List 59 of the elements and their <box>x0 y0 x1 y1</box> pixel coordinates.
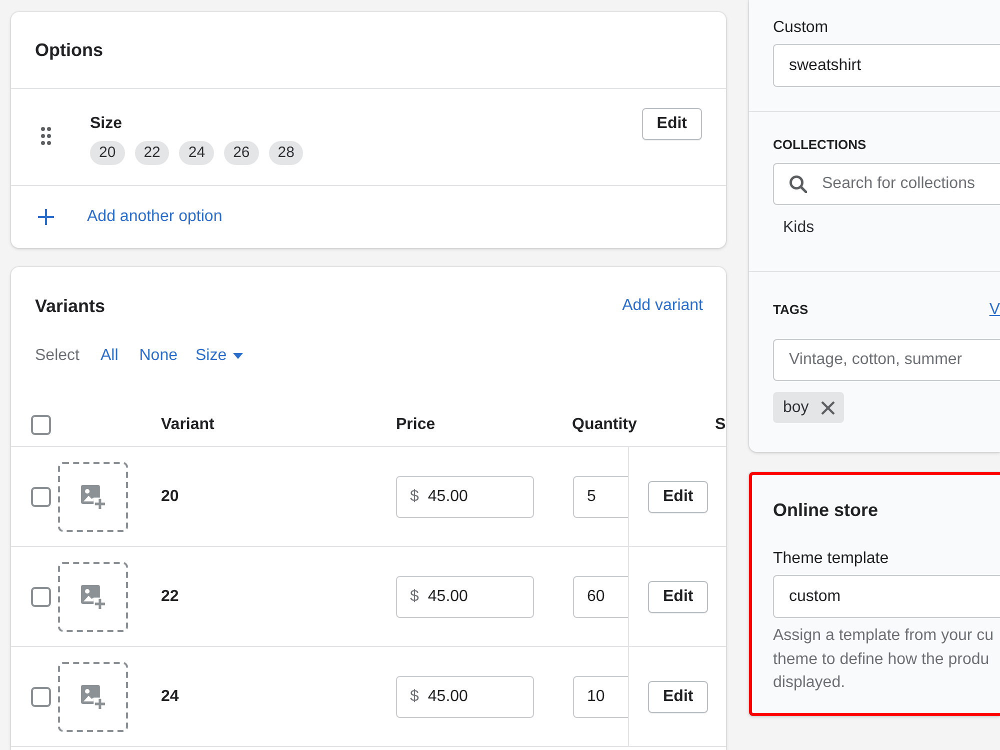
tags-field[interactable]: Vintage, cotton, summer <box>773 339 1000 381</box>
checkbox[interactable] <box>31 586 51 606</box>
checkbox[interactable] <box>31 686 51 706</box>
image-placeholder[interactable] <box>58 562 128 632</box>
select-label: Select <box>35 347 80 365</box>
quantity-field[interactable]: 60 <box>573 576 628 618</box>
column-header: S <box>715 416 726 433</box>
edit-button[interactable]: Edit <box>642 108 702 140</box>
column-header: Price <box>396 416 436 433</box>
variant-name: 24 <box>161 688 179 706</box>
tags-link[interactable]: V <box>989 301 1000 319</box>
column-header: Quantity <box>572 416 637 433</box>
help-text: Assign a template from your cu theme to define how the produ displayed. <box>773 626 995 693</box>
caret-icon <box>232 353 243 359</box>
quantity-field[interactable]: 5 <box>573 476 628 518</box>
size-filter-dropdown[interactable]: Size <box>196 347 243 365</box>
add-option-link[interactable]: Add another option <box>87 208 222 226</box>
section-heading: COLLECTIONS <box>773 136 868 154</box>
quantity-field[interactable]: 10 <box>573 676 628 718</box>
image-add-icon <box>81 484 105 508</box>
add-variant-link[interactable]: Add variant <box>622 297 703 315</box>
option-value: 20 <box>90 141 125 165</box>
edit-button[interactable]: Edit <box>648 480 708 512</box>
variant-name: 22 <box>161 588 179 606</box>
collection-name: Kids <box>782 218 816 238</box>
plus-icon[interactable] <box>38 209 54 225</box>
remove-icon[interactable] <box>820 400 835 414</box>
option-name: Size <box>90 114 124 134</box>
field-label: Theme template <box>773 549 890 569</box>
checkbox[interactable] <box>31 415 51 435</box>
search-icon <box>789 175 807 193</box>
select-link[interactable]: All <box>100 347 118 365</box>
image-add-icon <box>81 584 105 608</box>
search-field[interactable]: Search for collections <box>773 163 1000 205</box>
option-value: 26 <box>224 141 259 165</box>
option-value: 22 <box>134 141 170 165</box>
card-title: Variants <box>35 295 106 318</box>
option-value: 28 <box>268 141 304 165</box>
column-header: Variant <box>161 416 214 433</box>
price-field[interactable]: $ 45.00 <box>396 476 534 518</box>
section-heading: TAGS <box>773 301 808 319</box>
field-label: Custom <box>773 18 830 38</box>
card-title: Online store <box>773 499 880 522</box>
text-field[interactable]: sweatshirt <box>773 44 1000 87</box>
select-link[interactable]: None <box>139 347 178 365</box>
edit-button[interactable]: Edit <box>648 580 708 612</box>
edit-button[interactable]: Edit <box>648 680 708 712</box>
image-placeholder[interactable] <box>58 662 128 732</box>
checkbox[interactable] <box>31 486 51 506</box>
variant-name: 20 <box>161 488 179 506</box>
option-value: 24 <box>179 141 214 165</box>
image-placeholder[interactable] <box>58 462 128 532</box>
tag-label: boy <box>783 398 809 416</box>
image-add-icon <box>81 684 105 708</box>
price-field[interactable]: $ 45.00 <box>396 676 534 718</box>
drag-handle-icon[interactable] <box>41 127 51 145</box>
price-field[interactable]: $ 45.00 <box>396 576 534 618</box>
theme-template-field[interactable]: custom <box>773 575 1000 618</box>
card-title: Options <box>35 39 104 62</box>
